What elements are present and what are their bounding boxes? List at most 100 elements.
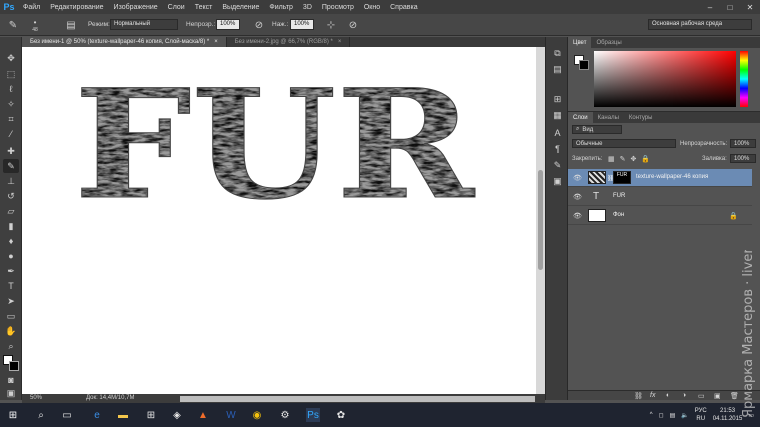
- paragraph-panel-icon[interactable]: ¶: [551, 143, 564, 155]
- zoom-level[interactable]: 50%: [30, 395, 42, 401]
- move-tool-icon[interactable]: ✥: [3, 51, 19, 65]
- volume-icon[interactable]: 🔈: [681, 412, 688, 419]
- workspace-select[interactable]: Основная рабочая среда: [648, 19, 752, 30]
- tab-paths[interactable]: Контуры: [624, 112, 658, 123]
- character-panel-icon[interactable]: A: [551, 127, 564, 139]
- layer-opacity-field[interactable]: 100%: [730, 139, 756, 148]
- pressure-opacity-icon[interactable]: ⊘: [252, 18, 266, 32]
- hand-tool-icon[interactable]: ✋: [3, 324, 19, 338]
- task-view-icon[interactable]: ▭: [60, 408, 74, 422]
- search-icon[interactable]: ⌕: [34, 408, 48, 422]
- type-tool-icon[interactable]: T: [3, 279, 19, 293]
- pen-tool-icon[interactable]: ✒: [3, 264, 19, 278]
- close-button[interactable]: ✕: [740, 0, 760, 14]
- paint-icon[interactable]: ▲: [196, 408, 210, 422]
- tab-channels[interactable]: Каналы: [593, 112, 624, 123]
- tab-color[interactable]: Цвет: [568, 37, 592, 48]
- brush-tool-icon[interactable]: ✎: [6, 18, 20, 32]
- tray-arrow-icon[interactable]: ^: [650, 412, 653, 418]
- tab-document-2[interactable]: Без имени-2.jpg @ 66,7% (RGB/8) * ×: [227, 37, 351, 47]
- tray-icon[interactable]: ◻: [659, 412, 664, 419]
- color-background-swatch[interactable]: [579, 60, 589, 70]
- menu-view[interactable]: Просмотр: [317, 4, 359, 11]
- brush-panel-icon[interactable]: ▤: [64, 18, 78, 32]
- opacity-field[interactable]: 100%: [216, 19, 240, 30]
- network-icon[interactable]: ▤: [670, 412, 676, 419]
- link-layers-icon[interactable]: ⛓: [634, 392, 643, 400]
- vertical-scrollbar-thumb[interactable]: [538, 170, 543, 270]
- healing-brush-tool-icon[interactable]: ✚: [3, 144, 19, 158]
- edge-browser-icon[interactable]: e: [90, 408, 104, 422]
- new-layer-icon[interactable]: ▣: [714, 392, 721, 400]
- layer-comps-icon[interactable]: ▣: [551, 175, 564, 187]
- quick-mask-icon[interactable]: ◙: [3, 373, 19, 387]
- brush-tool-icon[interactable]: ✎: [3, 159, 19, 173]
- menu-window[interactable]: Окно: [359, 4, 385, 11]
- history-brush-tool-icon[interactable]: ↺: [3, 189, 19, 203]
- layer-row-fur-text[interactable]: 👁 T FUR: [568, 188, 752, 206]
- properties-panel-icon[interactable]: ▤: [551, 63, 564, 75]
- airbrush-icon[interactable]: ⊹: [324, 18, 338, 32]
- visibility-eye-icon[interactable]: 👁: [573, 174, 582, 182]
- rectangle-tool-icon[interactable]: ▭: [3, 309, 19, 323]
- group-icon[interactable]: ▭: [698, 392, 705, 400]
- background-color-swatch[interactable]: [9, 361, 19, 371]
- steam-icon[interactable]: ⚙: [278, 408, 292, 422]
- menu-file[interactable]: Файл: [18, 4, 45, 11]
- flow-field[interactable]: 100%: [290, 19, 314, 30]
- close-tab-icon[interactable]: ×: [214, 39, 218, 45]
- maximize-button[interactable]: □: [720, 0, 740, 14]
- chrome-icon[interactable]: ◉: [250, 408, 264, 422]
- styles-panel-icon[interactable]: ▦: [551, 109, 564, 121]
- layer-row-texture[interactable]: 👁 ⛓ FUR texture-wallpaper-46 копия: [568, 169, 752, 187]
- adjustments-panel-icon[interactable]: ⊞: [551, 93, 564, 105]
- blend-mode-select[interactable]: Обычные: [572, 139, 676, 148]
- screen-mode-icon[interactable]: ▣: [3, 386, 19, 400]
- menu-type[interactable]: Текст: [190, 4, 218, 11]
- color-picker-field[interactable]: [594, 51, 736, 107]
- blur-tool-icon[interactable]: ♦: [3, 234, 19, 248]
- gimp-icon[interactable]: ✿: [334, 408, 348, 422]
- word-icon[interactable]: W: [224, 408, 238, 422]
- menu-help[interactable]: Справка: [385, 4, 422, 11]
- horizontal-scrollbar[interactable]: [180, 396, 535, 402]
- clone-stamp-tool-icon[interactable]: ⊥: [3, 174, 19, 188]
- menu-edit[interactable]: Редактирование: [45, 4, 108, 11]
- fx-icon[interactable]: fx: [650, 392, 655, 399]
- minimize-button[interactable]: –: [700, 0, 720, 14]
- document-canvas[interactable]: FUR: [22, 47, 536, 394]
- crop-tool-icon[interactable]: ⌗: [3, 112, 19, 126]
- lock-options[interactable]: ▦✎✥🔒: [608, 155, 655, 163]
- store-icon[interactable]: ⊞: [144, 408, 158, 422]
- brush-preset-picker[interactable]: • 48: [26, 18, 44, 33]
- add-mask-icon[interactable]: ◐: [666, 392, 670, 399]
- eyedropper-tool-icon[interactable]: ⁄: [3, 127, 19, 141]
- photoshop-taskbar-icon[interactable]: Ps: [306, 408, 320, 422]
- menu-select[interactable]: Выделение: [217, 4, 264, 11]
- app-icon[interactable]: ◈: [170, 408, 184, 422]
- menu-filter[interactable]: Фильтр: [264, 4, 298, 11]
- close-tab-icon[interactable]: ×: [338, 39, 342, 45]
- windows-start-icon[interactable]: ⊞: [6, 408, 20, 422]
- gradient-tool-icon[interactable]: ▮: [3, 219, 19, 233]
- eraser-tool-icon[interactable]: ▱: [3, 204, 19, 218]
- fill-field[interactable]: 100%: [730, 154, 756, 163]
- quick-select-tool-icon[interactable]: ✧: [3, 97, 19, 111]
- brush-panel-icon[interactable]: ✎: [551, 159, 564, 171]
- history-panel-icon[interactable]: ⧉: [551, 47, 564, 59]
- marquee-tool-icon[interactable]: ⬚: [3, 67, 19, 81]
- tab-swatches[interactable]: Образцы: [591, 37, 626, 48]
- visibility-eye-icon[interactable]: 👁: [573, 193, 582, 201]
- path-select-tool-icon[interactable]: ➤: [3, 294, 19, 308]
- input-language[interactable]: РУС RU: [695, 407, 707, 423]
- dodge-tool-icon[interactable]: ●: [3, 249, 19, 263]
- mode-select[interactable]: Нормальный: [110, 19, 178, 30]
- lasso-tool-icon[interactable]: ℓ: [3, 82, 19, 96]
- hue-slider[interactable]: [740, 51, 748, 107]
- layer-row-background[interactable]: 👁 Фон 🔒: [568, 207, 752, 225]
- layer-mask-thumbnail[interactable]: FUR: [613, 171, 631, 184]
- adjustment-layer-icon[interactable]: ◑: [682, 392, 686, 399]
- tab-layers[interactable]: Слои: [568, 112, 593, 123]
- visibility-eye-icon[interactable]: 👁: [573, 212, 582, 220]
- menu-3d[interactable]: 3D: [298, 4, 317, 11]
